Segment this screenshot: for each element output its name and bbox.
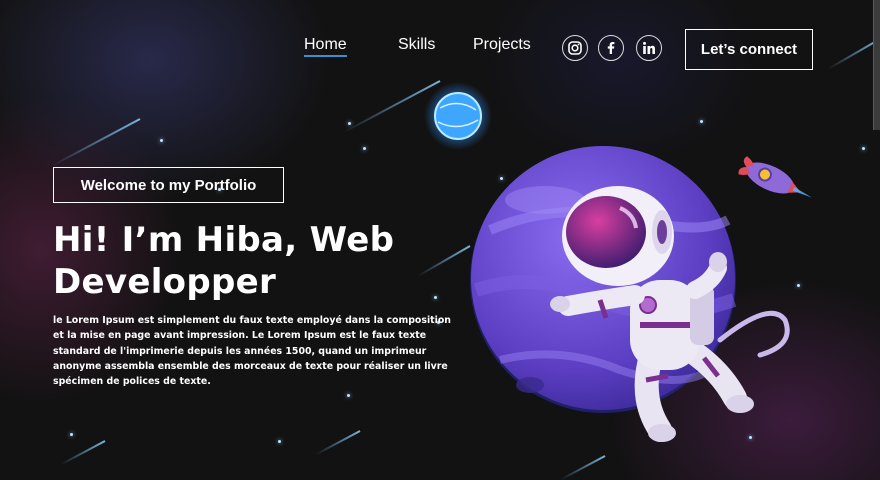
star	[348, 122, 351, 125]
linkedin-button[interactable]	[636, 35, 662, 61]
hero-title: Hi! I’m Hiba, Web Developper	[53, 219, 453, 303]
hero-description: le Lorem Ipsum est simplement du faux te…	[53, 315, 451, 388]
window-scrollbar[interactable]	[873, 0, 880, 130]
lets-connect-button[interactable]: Let’s connect	[685, 29, 813, 70]
star	[278, 440, 281, 443]
hero-title-line-2: Developper	[53, 262, 277, 302]
star	[500, 177, 503, 180]
star	[347, 394, 350, 397]
nav-link-skills[interactable]: Skills	[398, 36, 435, 54]
star	[160, 139, 163, 142]
shooting-star	[51, 118, 141, 167]
shooting-star	[342, 80, 441, 134]
instagram-button[interactable]	[562, 35, 588, 61]
welcome-badge-button[interactable]: Welcome to my Portfolio	[53, 167, 284, 203]
star	[862, 147, 865, 150]
shooting-star	[315, 430, 361, 456]
linkedin-icon	[643, 41, 655, 54]
nav-link-home[interactable]: Home	[304, 36, 347, 57]
star	[363, 147, 366, 150]
star	[700, 120, 703, 123]
star	[749, 436, 752, 439]
instagram-icon	[568, 41, 582, 55]
nav-link-projects[interactable]: Projects	[473, 36, 531, 54]
shooting-star	[60, 440, 106, 466]
facebook-button[interactable]	[598, 35, 624, 61]
star	[797, 284, 800, 287]
shooting-star	[560, 455, 606, 480]
hero-title-line-1: Hi! I’m Hiba, Web	[53, 220, 395, 260]
star	[70, 433, 73, 436]
facebook-icon	[607, 42, 615, 54]
